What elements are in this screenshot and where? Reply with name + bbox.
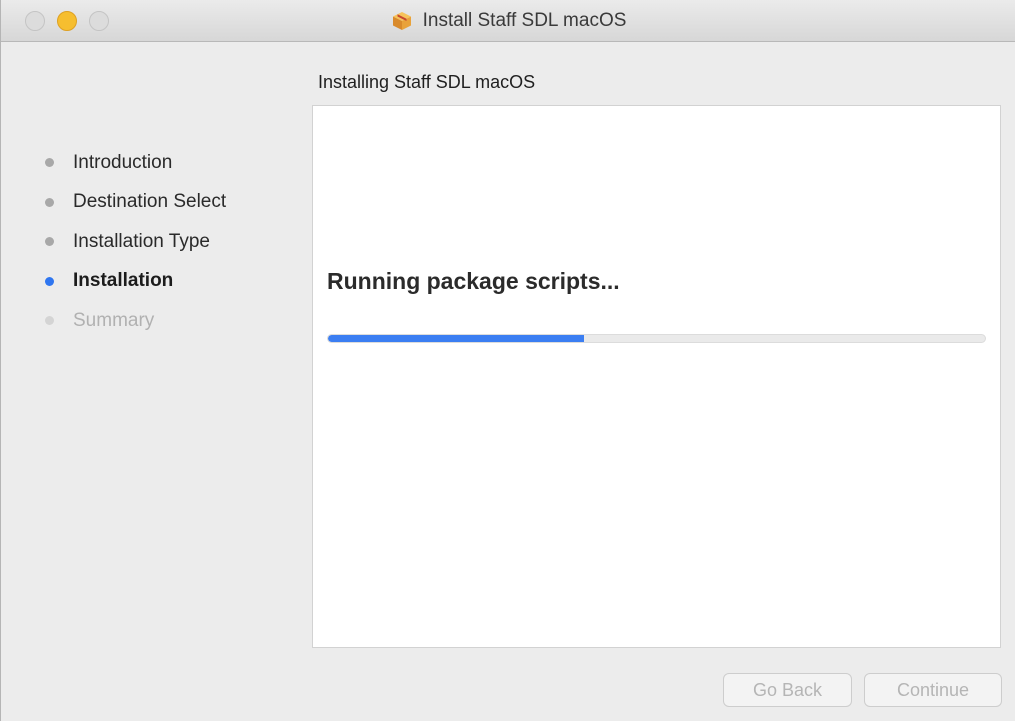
go-back-button[interactable]: Go Back bbox=[723, 673, 852, 707]
step-dot-icon bbox=[45, 316, 54, 326]
step-label: Summary bbox=[73, 309, 155, 331]
step-installation: Installation bbox=[45, 262, 226, 302]
step-label: Installation Type bbox=[73, 230, 210, 252]
step-destination-select: Destination Select bbox=[45, 183, 226, 223]
continue-button[interactable]: Continue bbox=[864, 673, 1002, 707]
step-label: Destination Select bbox=[73, 191, 227, 213]
step-label: Installation bbox=[73, 270, 174, 292]
title-bar[interactable]: Install Staff SDL macOS bbox=[1, 0, 1015, 42]
progress-fill bbox=[328, 335, 585, 342]
step-summary: Summary bbox=[45, 301, 226, 341]
content-panel: Running package scripts... bbox=[312, 105, 1001, 648]
step-introduction: Introduction bbox=[45, 143, 226, 183]
installer-steps: Introduction Destination Select Installa… bbox=[45, 143, 226, 341]
page-subtitle: Installing Staff SDL macOS bbox=[318, 72, 536, 92]
window-title: Install Staff SDL macOS bbox=[422, 10, 627, 31]
progress-bar bbox=[327, 334, 986, 343]
title-group: Install Staff SDL macOS bbox=[1, 0, 1015, 42]
status-text: Running package scripts... bbox=[327, 268, 620, 294]
step-label: Introduction bbox=[73, 151, 173, 173]
step-dot-icon bbox=[45, 237, 54, 247]
step-dot-icon bbox=[45, 158, 54, 168]
step-dot-icon bbox=[45, 197, 54, 207]
package-icon bbox=[392, 12, 411, 30]
step-dot-icon bbox=[45, 276, 54, 286]
installer-window: Install Staff SDL macOS Installing Staff… bbox=[0, 0, 1015, 721]
step-installation-type: Installation Type bbox=[45, 222, 226, 262]
